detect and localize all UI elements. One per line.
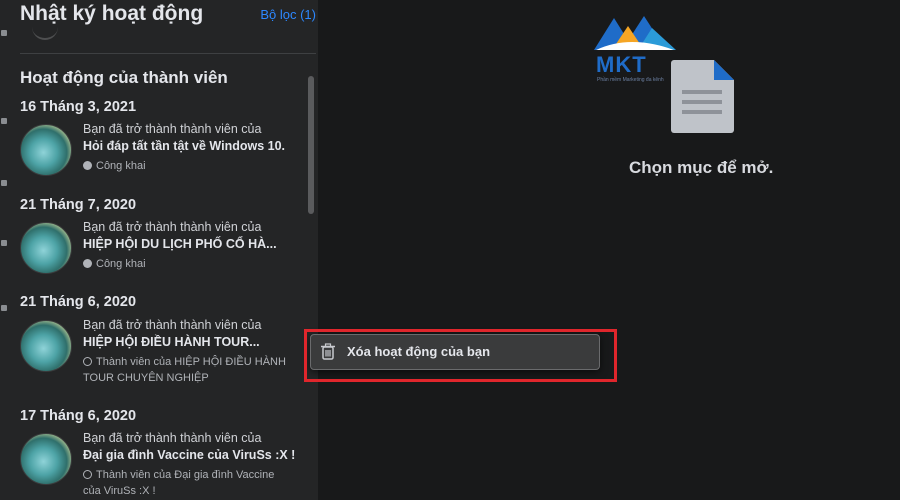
activity-log-panel: Nhật ký hoạt động Bộ lọc (1) Hoạt động c… <box>10 0 318 500</box>
group-name[interactable]: Hỏi đáp tất tần tật về Windows 10. <box>83 139 285 153</box>
filter-link[interactable]: Bộ lọc (1) <box>260 7 316 22</box>
membership-label: Thành viên của HIỆP HỘI ĐIỀU HÀNH TOUR C… <box>83 354 293 386</box>
membership-text: Thành viên của Đại gia đình Vaccine của … <box>83 469 275 497</box>
highlight-annotation <box>304 329 617 382</box>
group-name[interactable]: Đại gia đình Vaccine của ViruSs :X ! <box>83 448 295 462</box>
group-avatar <box>20 124 72 176</box>
empty-state-text: Chọn mục để mở. <box>629 158 774 177</box>
date-heading: 21 Tháng 7, 2020 <box>20 197 137 213</box>
privacy-label: Công khai <box>83 256 293 272</box>
group-avatar <box>20 433 72 485</box>
nav-icon[interactable] <box>1 240 7 246</box>
globe-icon <box>83 259 92 268</box>
collapsed-nav-strip <box>0 0 10 500</box>
date-heading: 21 Tháng 6, 2020 <box>20 294 137 310</box>
list-item[interactable]: Bạn đã trở thành thành viên của HIỆP HỘI… <box>20 220 310 302</box>
nav-icon[interactable] <box>1 180 7 186</box>
activity-text: Bạn đã trở thành thành viên của <box>83 318 262 332</box>
nav-icon[interactable] <box>1 305 7 311</box>
avatar-edge <box>32 16 58 40</box>
logo-text: MKT <box>596 52 647 77</box>
privacy-label: Công khai <box>83 158 293 174</box>
group-name[interactable]: HIỆP HỘI ĐIỀU HÀNH TOUR... <box>83 335 260 349</box>
member-icon <box>83 357 92 366</box>
date-heading: 17 Tháng 6, 2020 <box>20 408 137 424</box>
nav-icon[interactable] <box>1 118 7 124</box>
privacy-text: Công khai <box>96 160 146 172</box>
activity-text: Bạn đã trở thành thành viên của <box>83 220 262 234</box>
group-avatar <box>20 320 72 372</box>
globe-icon <box>83 161 92 170</box>
membership-label: Thành viên của Đại gia đình Vaccine của … <box>83 467 293 499</box>
section-title: Hoạt động của thành viên <box>20 68 228 87</box>
panel-header: Nhật ký hoạt động Bộ lọc (1) <box>20 0 316 54</box>
logo-mark-icon <box>594 16 676 50</box>
brand-logo: MKT Phần mềm Marketing đa kênh <box>592 14 680 84</box>
activity-text: Bạn đã trở thành thành viên của <box>83 431 262 445</box>
list-item[interactable]: Bạn đã trở thành thành viên của Đại gia … <box>20 431 310 500</box>
date-heading: 16 Tháng 3, 2021 <box>20 99 137 115</box>
nav-icon[interactable] <box>1 30 7 36</box>
member-icon <box>83 470 92 479</box>
list-item[interactable]: Bạn đã trở thành thành viên của HIỆP HỘI… <box>20 318 310 400</box>
divider <box>20 53 316 54</box>
group-avatar <box>20 222 72 274</box>
privacy-text: Công khai <box>96 258 146 270</box>
group-name[interactable]: HIỆP HỘI DU LỊCH PHỐ CỔ HÀ... <box>83 237 277 251</box>
list-item[interactable]: Bạn đã trở thành thành viên của Hỏi đáp … <box>20 122 310 204</box>
document-icon <box>671 60 734 133</box>
activity-text: Bạn đã trở thành thành viên của <box>83 122 262 136</box>
logo-tagline: Phần mềm Marketing đa kênh <box>597 77 664 83</box>
membership-text: Thành viên của HIỆP HỘI ĐIỀU HÀNH TOUR C… <box>83 356 286 384</box>
